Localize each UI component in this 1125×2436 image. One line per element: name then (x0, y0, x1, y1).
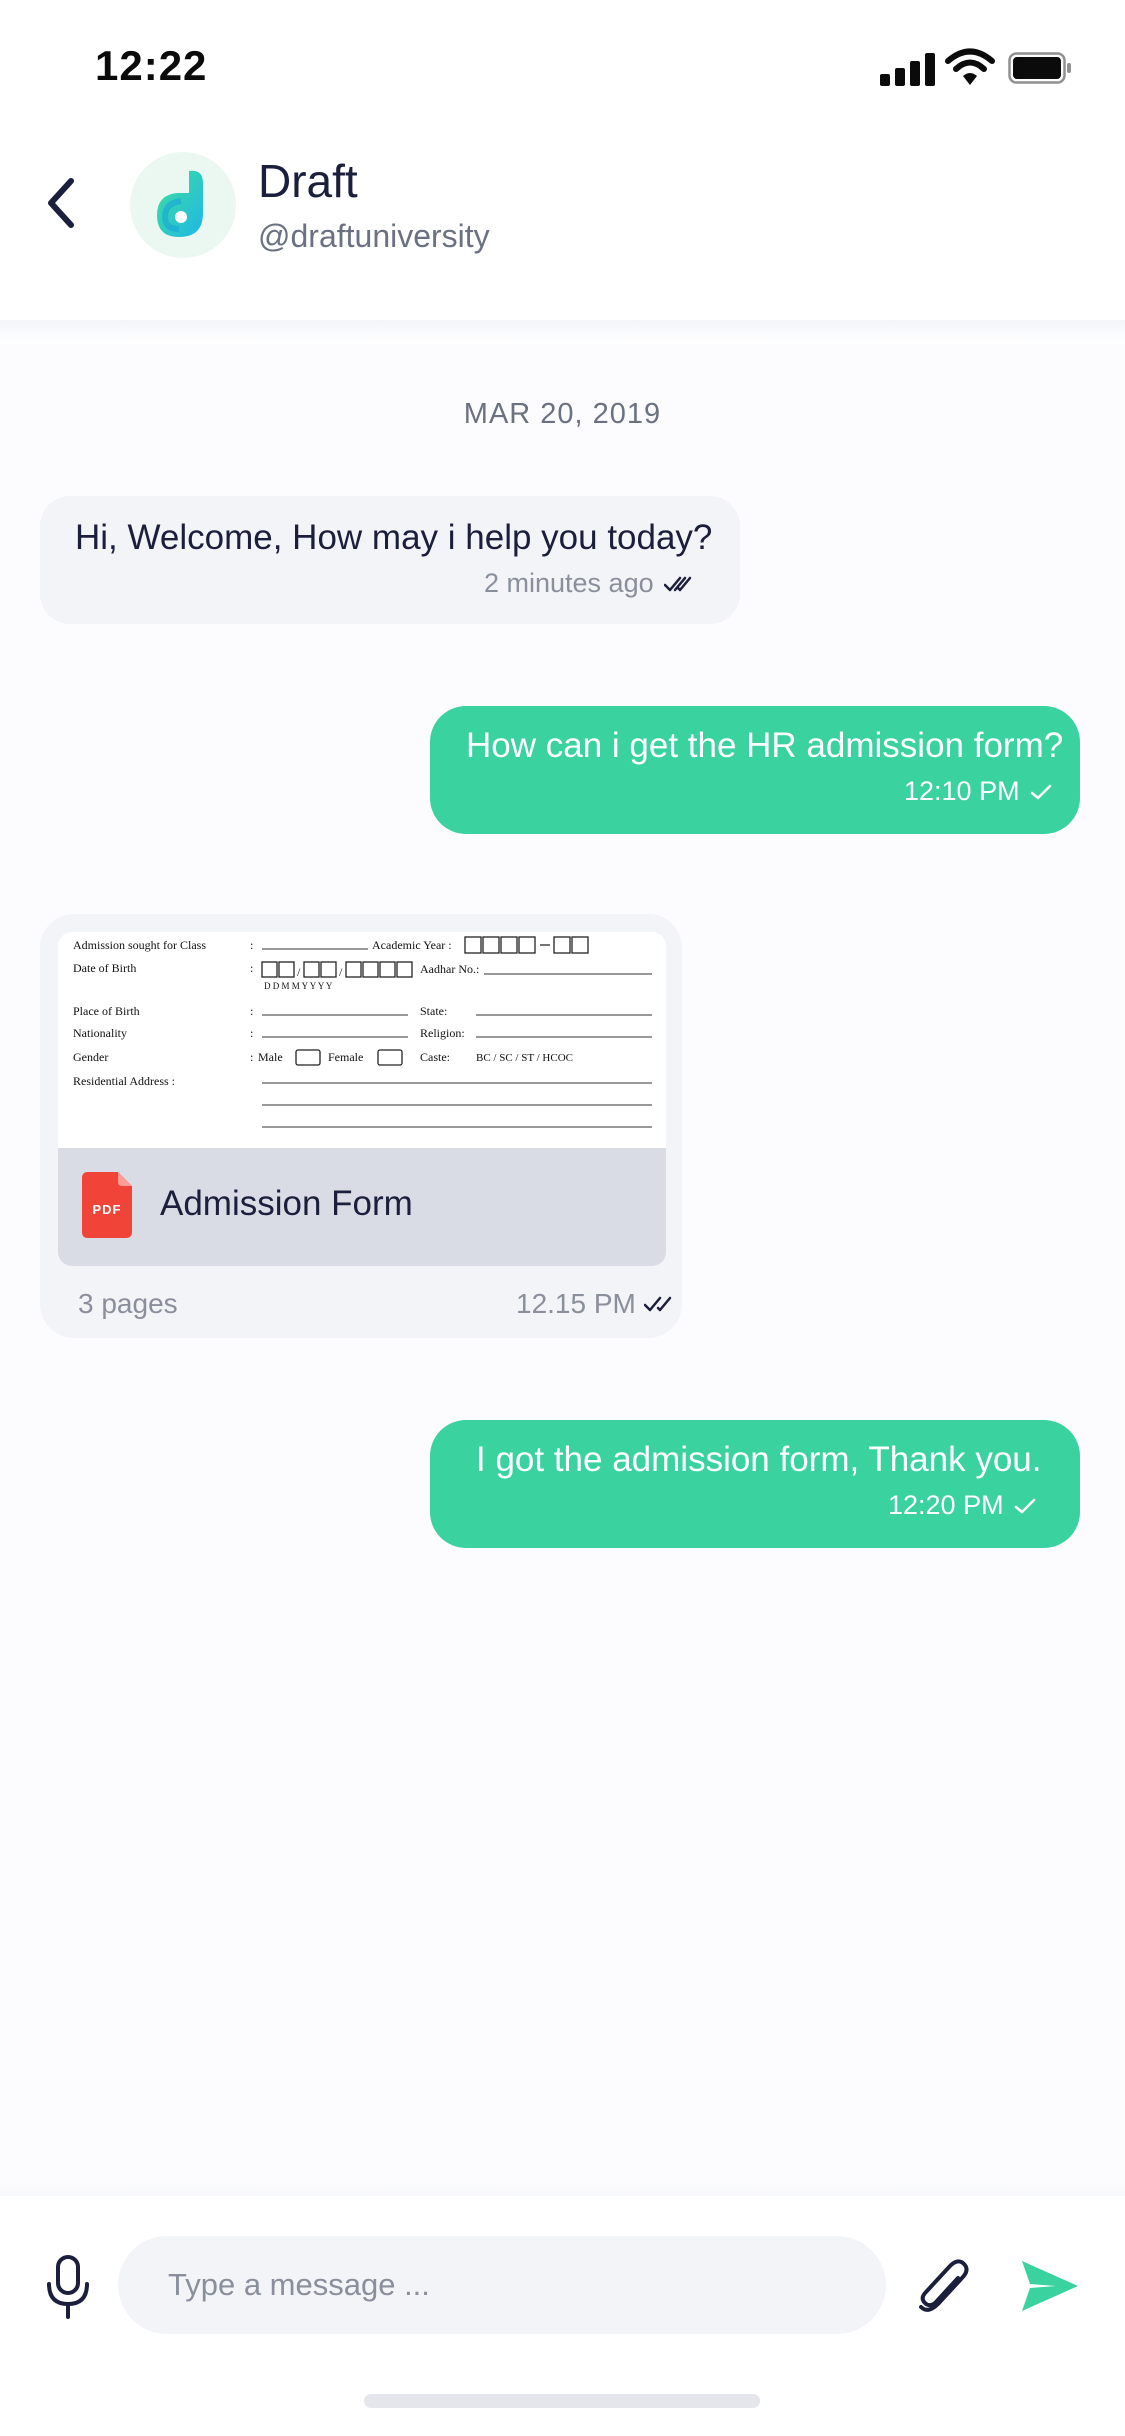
message-time: 2 minutes ago (484, 568, 654, 598)
form-label: Admission sought for Class (73, 938, 206, 952)
send-icon[interactable] (1020, 2258, 1080, 2314)
form-label: BC / SC / ST / HCOC (476, 1052, 573, 1064)
document-preview[interactable]: Admission sought for Class : Academic Ye… (58, 932, 666, 1150)
form-label: State: (420, 1004, 447, 1018)
mic-icon[interactable] (42, 2254, 94, 2320)
document-pages: 3 pages (78, 1288, 178, 1319)
form-hint: D D M M Y Y Y Y (264, 981, 333, 991)
form-label: Place of Birth (73, 1004, 140, 1018)
double-check-icon (663, 576, 691, 591)
form-label: Nationality (73, 1026, 127, 1040)
svg-text:/: / (297, 965, 301, 979)
message-meta: 12:10 PM (904, 776, 1052, 807)
message-meta: 12:20 PM (888, 1490, 1036, 1521)
pdf-icon: PDF (82, 1172, 132, 1238)
paperclip-icon[interactable] (916, 2256, 970, 2318)
form-label: Aadhar No.: (420, 962, 479, 976)
message-text: Hi, Welcome, How may i help you today? (75, 518, 713, 557)
back-icon (48, 178, 74, 228)
draft-logo-icon (157, 170, 203, 237)
form-label: Male (258, 1050, 283, 1064)
svg-text:/: / (339, 965, 343, 979)
status-time: 12:22 (95, 42, 208, 89)
avatar[interactable] (130, 152, 236, 258)
contact-handle: @draftuniversity (258, 218, 490, 254)
document-title: Admission Form (160, 1184, 413, 1223)
message-text: I got the admission form, Thank you. (476, 1440, 1042, 1479)
form-label: Residential Address : (73, 1074, 175, 1088)
svg-text::: : (250, 1050, 253, 1064)
incoming-message[interactable] (40, 496, 740, 624)
back-button[interactable] (32, 168, 88, 238)
message-time: 12.15 PM (516, 1288, 636, 1319)
status-bar: 12:22 (0, 0, 1125, 140)
message-text: How can i get the HR admission form? (466, 726, 1064, 765)
form-label: Caste: (420, 1050, 450, 1064)
double-check-icon (643, 1296, 672, 1312)
form-label: Date of Birth (73, 961, 136, 975)
check-icon (1030, 784, 1051, 799)
form-label: Religion: (420, 1026, 465, 1040)
message-time: 12:10 PM (904, 776, 1020, 806)
svg-text::: : (250, 938, 253, 952)
svg-text::: : (250, 961, 253, 975)
contact-name: Draft (258, 155, 358, 207)
signal-icon (880, 52, 936, 86)
home-indicator (364, 2394, 760, 2408)
form-label: Female (328, 1050, 363, 1064)
pdf-icon-label: PDF (93, 1202, 122, 1217)
form-preview-image: Admission sought for Class : Academic Ye… (73, 936, 652, 1128)
form-label: Gender (73, 1050, 108, 1064)
message-meta: 2 minutes ago (484, 568, 692, 599)
svg-text::: : (250, 1026, 253, 1040)
form-label: Academic Year : (372, 938, 452, 952)
message-time: 12:20 PM (888, 1490, 1004, 1520)
svg-text::: : (250, 1004, 253, 1018)
message-input[interactable] (118, 2236, 886, 2334)
check-icon (1014, 1498, 1035, 1513)
date-separator: MAR 20, 2019 (463, 398, 662, 430)
header-divider (0, 320, 1125, 344)
battery-icon (1008, 52, 1071, 84)
wifi-icon (945, 48, 995, 85)
message-meta: 12.15 PM (516, 1288, 672, 1320)
